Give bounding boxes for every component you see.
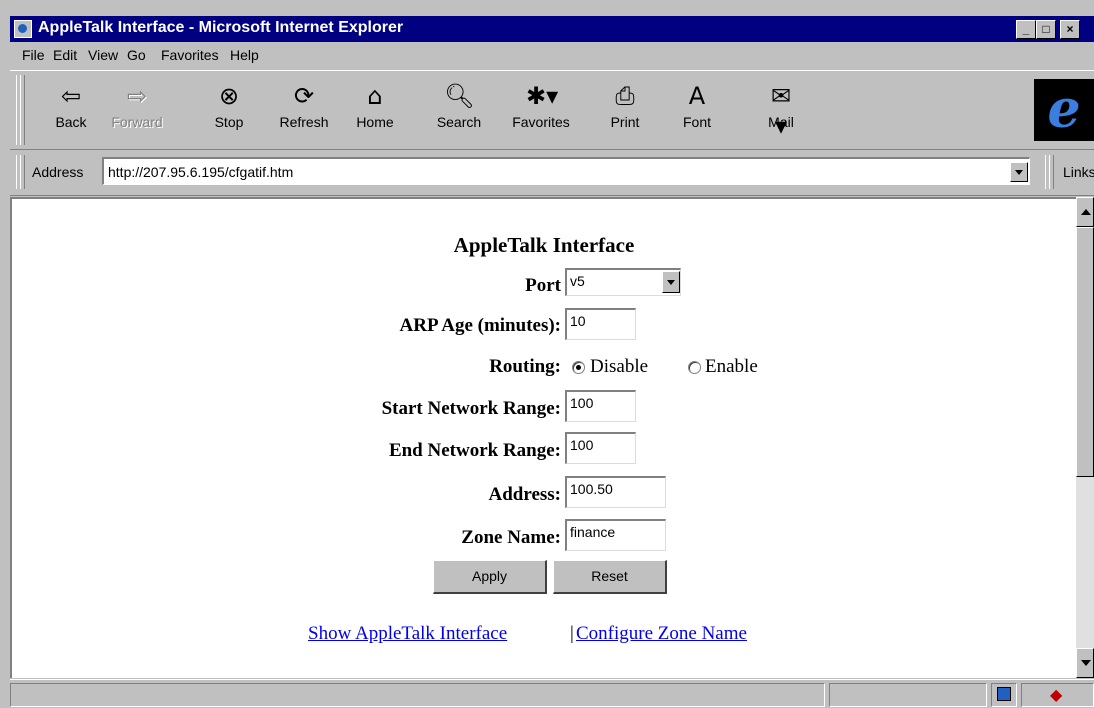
menu-file[interactable]: File: [22, 47, 45, 63]
address-grip[interactable]: [20, 155, 25, 189]
mail-icon: ✉▾: [770, 82, 792, 140]
address-value: http://207.95.6.195/cfgatif.htm: [108, 164, 294, 180]
start-network-range-input[interactable]: 100: [565, 390, 636, 422]
arp-age-label: ARP Age (minutes):: [399, 315, 561, 336]
menu-go[interactable]: Go: [127, 47, 146, 63]
zone-name-input[interactable]: finance: [565, 519, 666, 551]
font-icon: A: [688, 82, 706, 110]
refresh-button[interactable]: ⟳ Refresh: [273, 79, 335, 141]
favorites-icon: ✱▾: [526, 82, 559, 110]
mail-label: Mail: [768, 114, 794, 130]
port-label: Port: [525, 275, 561, 296]
address-field-input[interactable]: 100.50: [565, 476, 666, 508]
status-zone-panel: [991, 683, 1017, 707]
scroll-down-button[interactable]: [1076, 648, 1094, 678]
print-button[interactable]: ⎙ Print: [594, 79, 656, 141]
forward-arrow-icon: ⇨: [126, 82, 148, 110]
print-icon: ⎙: [615, 82, 635, 110]
search-button[interactable]: 🔍︎ Search: [428, 79, 490, 141]
security-zone-icon: [997, 687, 1011, 701]
address-dropdown-button[interactable]: [1010, 162, 1028, 182]
back-arrow-icon: ⇦: [60, 82, 82, 110]
zone-name-label: Zone Name:: [461, 527, 561, 548]
title-bar: AppleTalk Interface - Microsoft Internet…: [10, 16, 1094, 42]
port-dropdown-button[interactable]: [662, 271, 680, 293]
status-bar: ◆: [10, 679, 1094, 708]
home-button[interactable]: ⌂ Home: [344, 79, 406, 141]
routing-label: Routing:: [489, 356, 561, 377]
menu-edit[interactable]: Edit: [53, 47, 77, 63]
status-text-panel: [10, 683, 825, 707]
links-label[interactable]: Links: [1063, 164, 1094, 180]
back-label: Back: [55, 114, 87, 130]
links-grip[interactable]: [1049, 155, 1054, 189]
link-separator: |: [570, 623, 574, 644]
window-title: AppleTalk Interface - Microsoft Internet…: [38, 19, 404, 36]
menu-view[interactable]: View: [88, 47, 118, 63]
menu-favorites[interactable]: Favorites: [161, 47, 219, 63]
stop-button[interactable]: ⊗ Stop: [198, 79, 260, 141]
forward-label: Forward: [111, 114, 163, 130]
home-icon: ⌂: [367, 82, 383, 110]
status-internet-panel: ◆: [1021, 683, 1094, 707]
toolbar-grip[interactable]: [20, 75, 25, 145]
toolbar: ⇦ Back ⇨ Forward ⊗ Stop ⟳ Refresh ⌂ Home…: [10, 70, 1094, 150]
ie-app-icon[interactable]: [14, 20, 32, 38]
menu-help[interactable]: Help: [230, 47, 259, 63]
end-network-range-input[interactable]: 100: [565, 432, 636, 464]
font-label: Font: [682, 114, 711, 130]
page-content: AppleTalk Interface Port v5 ARP Age (min…: [10, 197, 1076, 678]
address-bar: Address http://207.95.6.195/cfgatif.htm …: [10, 149, 1094, 196]
close-button[interactable]: ×: [1060, 20, 1080, 39]
routing-enable-radio[interactable]: [688, 361, 701, 374]
refresh-label: Refresh: [279, 114, 329, 130]
configure-zone-name-link[interactable]: Configure Zone Name: [576, 623, 747, 645]
print-label: Print: [610, 114, 640, 130]
address-field-label: Address:: [488, 484, 562, 505]
search-icon: 🔍︎: [444, 82, 475, 110]
show-appletalk-interface-link[interactable]: Show AppleTalk Interface: [308, 623, 507, 645]
maximize-button[interactable]: □: [1036, 20, 1056, 39]
mail-button[interactable]: ✉▾ Mail: [750, 79, 812, 141]
end-network-range-label: End Network Range:: [388, 440, 561, 461]
ie-logo: e: [1034, 79, 1094, 141]
back-button[interactable]: ⇦ Back: [40, 79, 102, 141]
routing-enable-label: Enable: [705, 356, 758, 377]
search-label: Search: [436, 114, 482, 130]
start-network-range-label: Start Network Range:: [381, 398, 561, 419]
address-label: Address: [32, 164, 84, 180]
favorites-button[interactable]: ✱▾ Favorites: [510, 79, 572, 141]
minimize-button[interactable]: _: [1016, 20, 1036, 39]
routing-disable-label: Disable: [590, 356, 649, 377]
scroll-thumb[interactable]: [1076, 227, 1094, 477]
routing-disable-radio[interactable]: [572, 361, 585, 374]
page-title: AppleTalk Interface: [453, 233, 635, 257]
home-label: Home: [356, 114, 394, 130]
apply-button[interactable]: Apply: [433, 560, 547, 594]
vertical-scrollbar[interactable]: [1076, 197, 1094, 678]
reset-button[interactable]: Reset: [553, 560, 667, 594]
address-input[interactable]: http://207.95.6.195/cfgatif.htm: [102, 157, 1030, 185]
port-select[interactable]: v5: [565, 268, 681, 296]
scroll-up-button[interactable]: [1076, 197, 1094, 227]
font-button[interactable]: A Font: [666, 79, 728, 141]
refresh-icon: ⟳: [293, 82, 315, 110]
arp-age-input[interactable]: 10: [565, 308, 636, 340]
forward-button[interactable]: ⇨ Forward: [106, 79, 168, 141]
favorites-label: Favorites: [512, 114, 570, 130]
port-value: v5: [570, 273, 585, 289]
internet-zone-icon: ◆: [1050, 685, 1063, 704]
status-progress-panel: [829, 683, 987, 707]
stop-label: Stop: [214, 114, 244, 130]
stop-icon: ⊗: [218, 82, 240, 110]
menu-bar: File Edit View Go Favorites Help: [10, 42, 1094, 68]
